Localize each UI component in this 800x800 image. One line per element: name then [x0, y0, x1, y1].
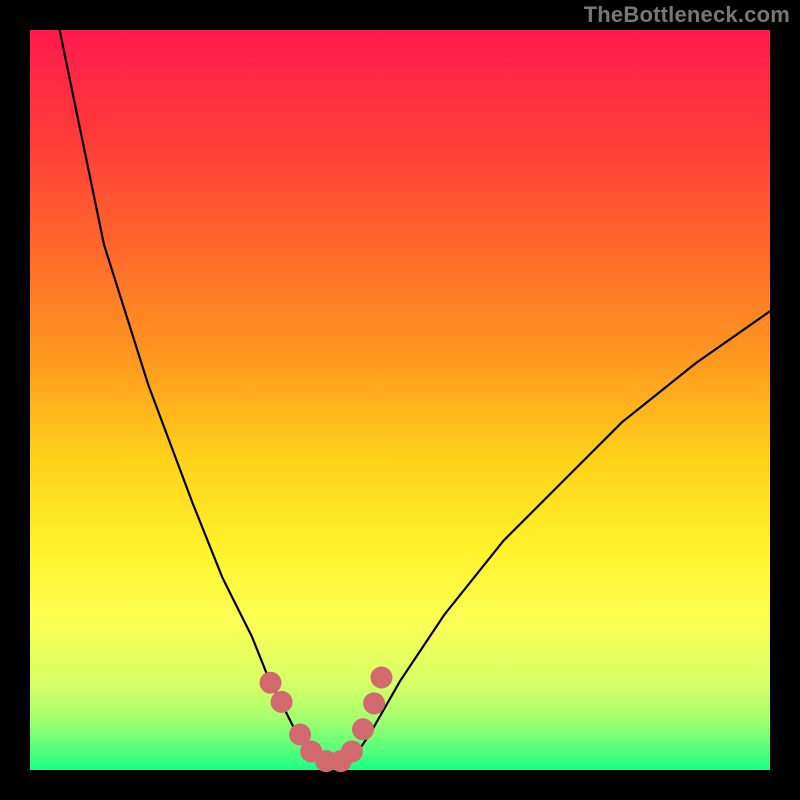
highlight-marker: [271, 691, 293, 713]
highlight-marker: [371, 667, 393, 689]
highlight-marker: [352, 718, 374, 740]
bottleneck-plot: [0, 0, 800, 800]
highlight-marker: [260, 672, 282, 694]
plot-background: [30, 30, 770, 770]
watermark-text: TheBottleneck.com: [584, 2, 790, 28]
chart-frame: TheBottleneck.com: [0, 0, 800, 800]
highlight-marker: [341, 741, 363, 763]
highlight-marker: [363, 692, 385, 714]
